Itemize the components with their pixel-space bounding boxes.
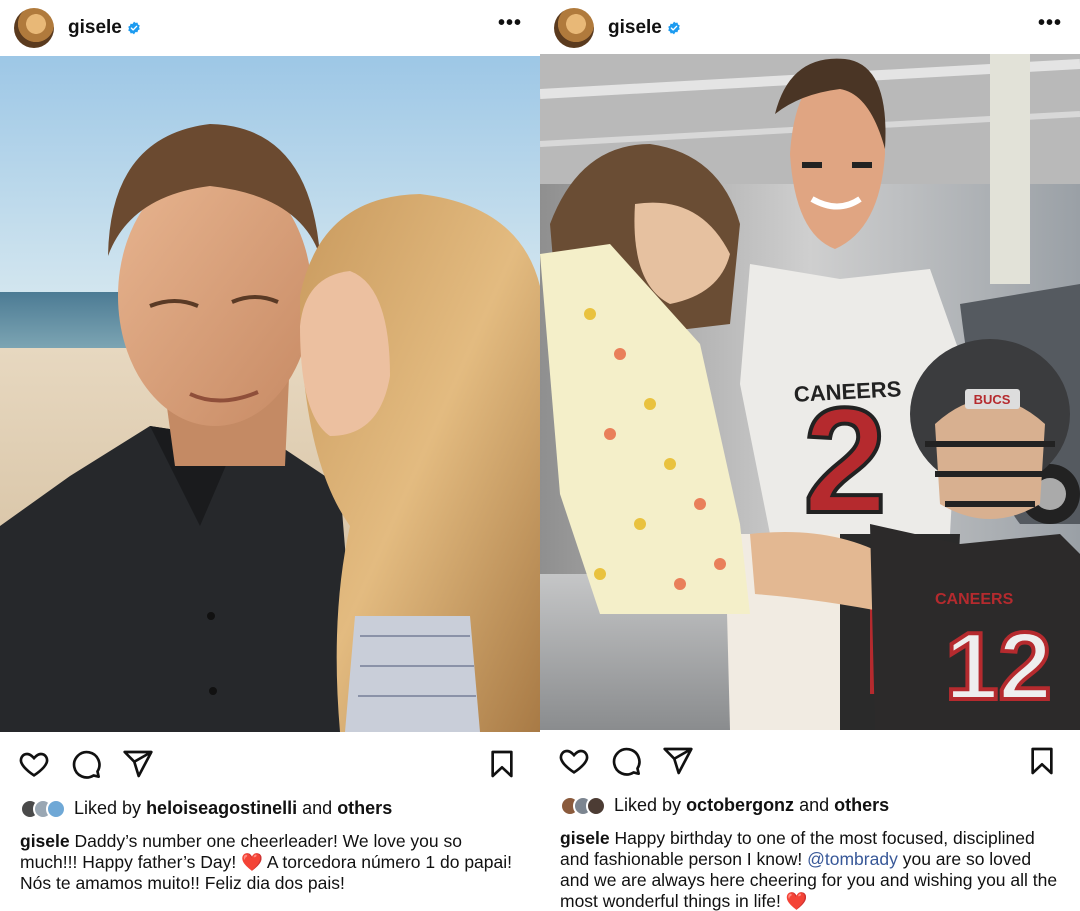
liker-avatars: [20, 798, 66, 819]
more-options-icon[interactable]: •••: [1038, 12, 1062, 35]
username[interactable]: gisele: [68, 17, 122, 39]
father-daughter-photo: [0, 56, 540, 732]
jersey-number: 2: [803, 376, 886, 544]
post-caption: gisele Daddy’s number one cheerleader! W…: [20, 831, 520, 894]
heart-emoji: ❤️: [785, 891, 808, 911]
username[interactable]: gisele: [608, 17, 662, 39]
post-caption: gisele Happy birthday to one of the most…: [560, 828, 1060, 911]
caption-author[interactable]: gisele: [20, 831, 70, 851]
kid-jersey-team-text: CANEERS: [935, 591, 1014, 608]
post-photo[interactable]: [0, 56, 540, 732]
heart-icon[interactable]: [558, 745, 590, 777]
post-right: gisele ••• CANEERS 2 CANEERS 12 BUCS Lik…: [540, 0, 1080, 911]
likes-row[interactable]: Liked by heloiseagostinelli and others: [20, 798, 392, 819]
heart-emoji: ❤️: [241, 852, 263, 872]
liked-by-prefix: Liked by: [614, 795, 682, 815]
liked-by-joiner: and: [799, 795, 830, 815]
verified-badge-icon: [128, 21, 140, 35]
comment-icon[interactable]: [70, 748, 102, 780]
share-icon[interactable]: [662, 745, 694, 777]
share-icon[interactable]: [122, 748, 154, 780]
helmet-text: BUCS: [974, 392, 1011, 407]
liker-avatars: [560, 795, 606, 816]
post-header: gisele •••: [0, 0, 540, 56]
post-left: gisele ••• Liked by heloiseagostinelli a…: [0, 0, 540, 911]
more-options-icon[interactable]: •••: [498, 12, 522, 35]
mention-link[interactable]: @tombrady: [807, 849, 898, 869]
heart-icon[interactable]: [18, 748, 50, 780]
bookmark-icon[interactable]: [486, 748, 518, 780]
kid-jersey-number: 12: [945, 613, 1052, 720]
comment-icon[interactable]: [610, 745, 642, 777]
action-bar: [0, 744, 540, 784]
liked-by-user[interactable]: heloiseagostinelli: [146, 798, 297, 819]
profile-avatar[interactable]: [14, 8, 54, 48]
liked-by-user[interactable]: octobergonz: [686, 795, 794, 816]
post-header: gisele •••: [540, 0, 1080, 56]
verified-badge-icon: [668, 21, 680, 35]
stadium-tunnel-photo: CANEERS 2 CANEERS 12 BUCS: [540, 54, 1080, 730]
action-bar: [540, 741, 1080, 781]
post-photo[interactable]: CANEERS 2 CANEERS 12 BUCS: [540, 54, 1080, 730]
caption-author[interactable]: gisele: [560, 828, 610, 848]
bookmark-icon[interactable]: [1026, 745, 1058, 777]
profile-avatar[interactable]: [554, 8, 594, 48]
likes-row[interactable]: Liked by octobergonz and others: [560, 795, 889, 816]
liked-by-prefix: Liked by: [74, 798, 142, 818]
liked-by-joiner: and: [302, 798, 333, 818]
liked-by-others[interactable]: others: [834, 795, 889, 816]
liked-by-others[interactable]: others: [337, 798, 392, 819]
